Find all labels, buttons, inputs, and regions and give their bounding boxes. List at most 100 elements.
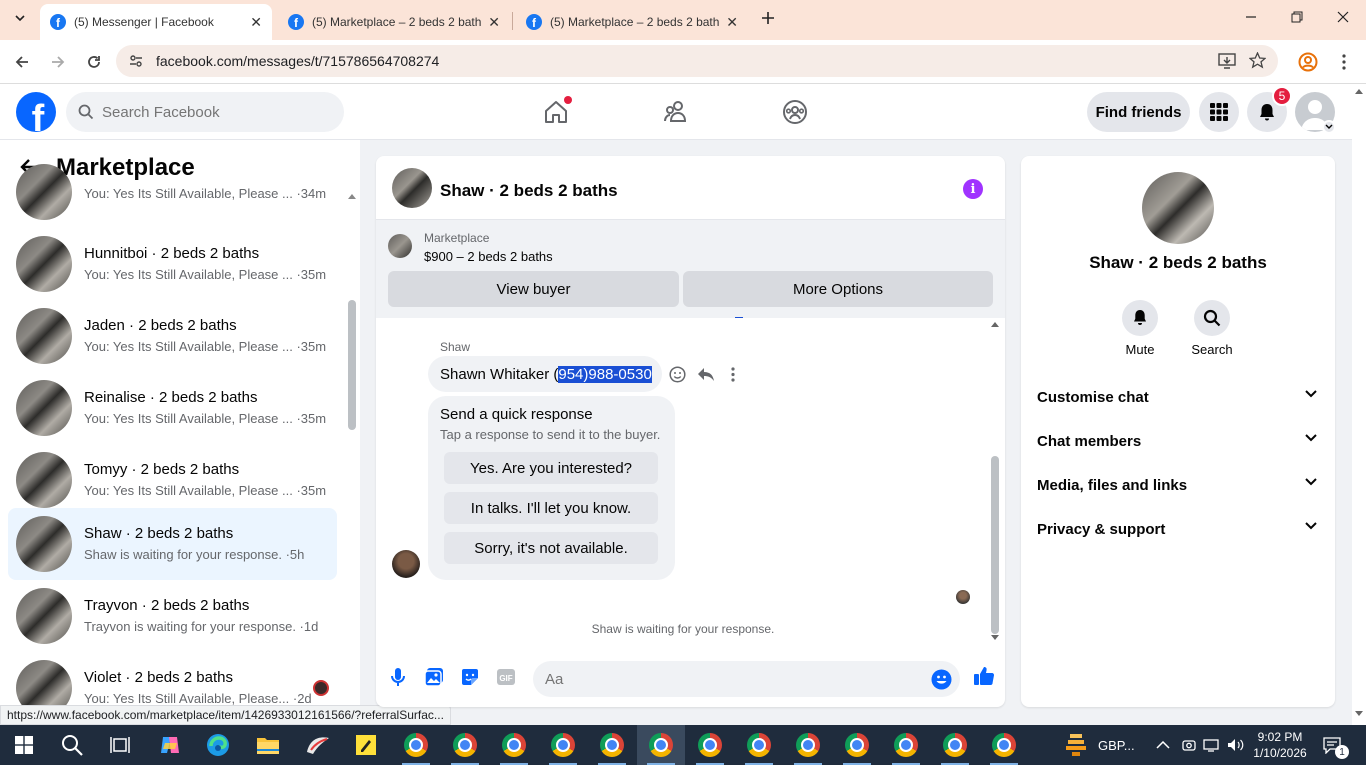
edge-browser-icon[interactable] [194, 725, 242, 765]
chrome-taskbar-icon[interactable] [931, 725, 979, 765]
info-icon[interactable]: i [963, 179, 983, 199]
task-view-icon[interactable] [96, 725, 144, 765]
message-bubble[interactable]: Shawn Whitaker (954)988-0530 [428, 356, 662, 392]
chat-title[interactable]: Shaw · 2 beds 2 baths [440, 181, 618, 201]
chrome-taskbar-icon[interactable] [735, 725, 783, 765]
more-options-button[interactable]: More Options [683, 271, 993, 307]
thumbs-up-icon[interactable] [972, 664, 996, 688]
message-input-field[interactable] [533, 661, 960, 697]
customise-chat-section[interactable]: Customise chat [1029, 375, 1327, 419]
show-hidden-icons-chevron-icon[interactable] [1156, 725, 1170, 765]
message-input[interactable] [545, 670, 905, 688]
windows-start-icon[interactable] [0, 725, 48, 765]
quick-response-button[interactable]: Sorry, it's not available. [444, 532, 658, 564]
chat-profile-avatar[interactable] [1142, 172, 1214, 244]
copilot-icon[interactable] [146, 725, 194, 765]
reload-icon[interactable] [82, 50, 106, 74]
close-tab-icon[interactable]: ✕ [488, 14, 500, 31]
home-nav-icon[interactable] [540, 96, 572, 128]
scroll-up-arrow-icon[interactable] [347, 192, 357, 200]
gif-icon[interactable]: GIF [495, 666, 517, 688]
close-tab-icon[interactable]: ✕ [726, 14, 738, 31]
tab-marketplace-2[interactable]: f (5) Marketplace – 2 beds 2 bath ✕ [516, 4, 748, 40]
search-input[interactable] [102, 103, 322, 121]
conversation-item-selected[interactable]: Shaw · 2 beds 2 baths Shaw is waiting fo… [8, 508, 337, 580]
chrome-taskbar-icon[interactable] [588, 725, 636, 765]
install-app-icon[interactable] [1218, 53, 1236, 69]
chat-avatar[interactable] [392, 168, 432, 208]
chrome-taskbar-icon[interactable] [833, 725, 881, 765]
photo-attach-icon[interactable] [423, 666, 445, 688]
conversation-item[interactable]: Reinalise · 2 beds 2 baths You: Yes Its … [8, 372, 337, 444]
taskbar-search-icon[interactable] [48, 725, 96, 765]
view-buyer-button[interactable]: View buyer [388, 271, 679, 307]
close-tab-icon[interactable]: ✕ [250, 14, 262, 31]
media-files-links-section[interactable]: Media, files and links [1029, 463, 1327, 507]
chrome-taskbar-icon[interactable] [686, 725, 734, 765]
privacy-support-section[interactable]: Privacy & support [1029, 507, 1327, 551]
search-action[interactable]: Search [1182, 300, 1242, 357]
new-tab-icon[interactable] [756, 6, 780, 30]
chrome-menu-icon[interactable] [1332, 50, 1356, 74]
facebook-search[interactable] [66, 92, 344, 132]
conversation-item[interactable]: Jaden · 2 beds 2 baths You: Yes Its Stil… [8, 300, 337, 372]
network-icon[interactable] [1203, 725, 1221, 765]
chat-scrollbar[interactable] [991, 456, 999, 634]
chrome-taskbar-icon[interactable] [980, 725, 1028, 765]
mute-action[interactable]: Mute [1110, 300, 1170, 357]
conversation-item[interactable]: You: Yes Its Still Available, Please ...… [8, 156, 337, 228]
volume-icon[interactable] [1227, 725, 1245, 765]
chrome-taskbar-icon-active[interactable] [637, 725, 685, 765]
sticker-icon[interactable] [459, 666, 481, 688]
tab-search-chevron-icon[interactable] [8, 6, 32, 30]
sticky-notes-icon[interactable] [342, 725, 390, 765]
reply-icon[interactable] [697, 366, 715, 382]
forward-icon[interactable] [46, 50, 70, 74]
tab-messenger[interactable]: f (5) Messenger | Facebook ✕ [40, 4, 272, 40]
chrome-taskbar-icon[interactable] [392, 725, 440, 765]
account-chevron-icon[interactable] [1322, 120, 1336, 134]
react-emoji-icon[interactable] [669, 366, 686, 383]
system-clock[interactable]: 9:02 PM 1/10/2026 [1248, 725, 1312, 765]
chrome-taskbar-icon[interactable] [784, 725, 832, 765]
tray-camera-icon[interactable] [1182, 725, 1196, 765]
site-info-icon[interactable] [128, 53, 144, 69]
page-scroll-up-icon[interactable] [1355, 88, 1363, 94]
conversation-item[interactable]: Trayvon · 2 beds 2 baths Trayvon is wait… [8, 580, 337, 652]
chat-members-section[interactable]: Chat members [1029, 419, 1327, 463]
microphone-icon[interactable] [387, 666, 409, 688]
chrome-taskbar-icon[interactable] [490, 725, 538, 765]
chrome-taskbar-icon[interactable] [539, 725, 587, 765]
bookmark-star-icon[interactable] [1249, 52, 1266, 69]
profile-icon[interactable] [1296, 50, 1320, 74]
conversation-item[interactable]: Violet · 2 beds 2 baths You: Yes Its Sti… [8, 652, 337, 707]
back-icon[interactable] [10, 50, 34, 74]
chrome-taskbar-icon[interactable] [882, 725, 930, 765]
find-friends-button[interactable]: Find friends [1087, 92, 1190, 132]
tab-marketplace-1[interactable]: f (5) Marketplace – 2 beds 2 bath ✕ [278, 4, 510, 40]
friends-nav-icon[interactable] [660, 96, 692, 128]
chat-scroll-up-icon[interactable] [990, 320, 1000, 328]
page-scrollbar[interactable] [1352, 84, 1366, 725]
restore-icon[interactable] [1274, 0, 1320, 34]
app-paint-icon[interactable] [294, 725, 342, 765]
conversation-item[interactable]: Tomyy · 2 beds 2 baths You: Yes Its Stil… [8, 444, 337, 516]
chat-scroll-down-icon[interactable] [990, 634, 1000, 642]
facebook-logo-icon[interactable]: f [16, 92, 56, 132]
weather-widget[interactable]: GBP... [1064, 725, 1135, 765]
file-explorer-icon[interactable] [244, 725, 292, 765]
address-bar[interactable]: facebook.com/messages/t/715786564708274 [116, 45, 1278, 77]
quick-response-button[interactable]: Yes. Are you interested? [444, 452, 658, 484]
menu-grid-icon[interactable] [1199, 92, 1239, 132]
close-window-icon[interactable] [1320, 0, 1366, 34]
more-actions-icon[interactable] [731, 367, 735, 382]
emoji-picker-icon[interactable] [931, 669, 952, 690]
sender-avatar[interactable] [392, 550, 420, 578]
minimize-icon[interactable] [1228, 0, 1274, 34]
notification-center-icon[interactable]: 1 [1322, 725, 1349, 765]
conversation-item[interactable]: Hunnitboi · 2 beds 2 baths You: Yes Its … [8, 228, 337, 300]
groups-nav-icon[interactable] [779, 96, 811, 128]
chrome-taskbar-icon[interactable] [441, 725, 489, 765]
quick-response-button[interactable]: In talks. I'll let you know. [444, 492, 658, 524]
page-scroll-down-icon[interactable] [1355, 711, 1363, 717]
